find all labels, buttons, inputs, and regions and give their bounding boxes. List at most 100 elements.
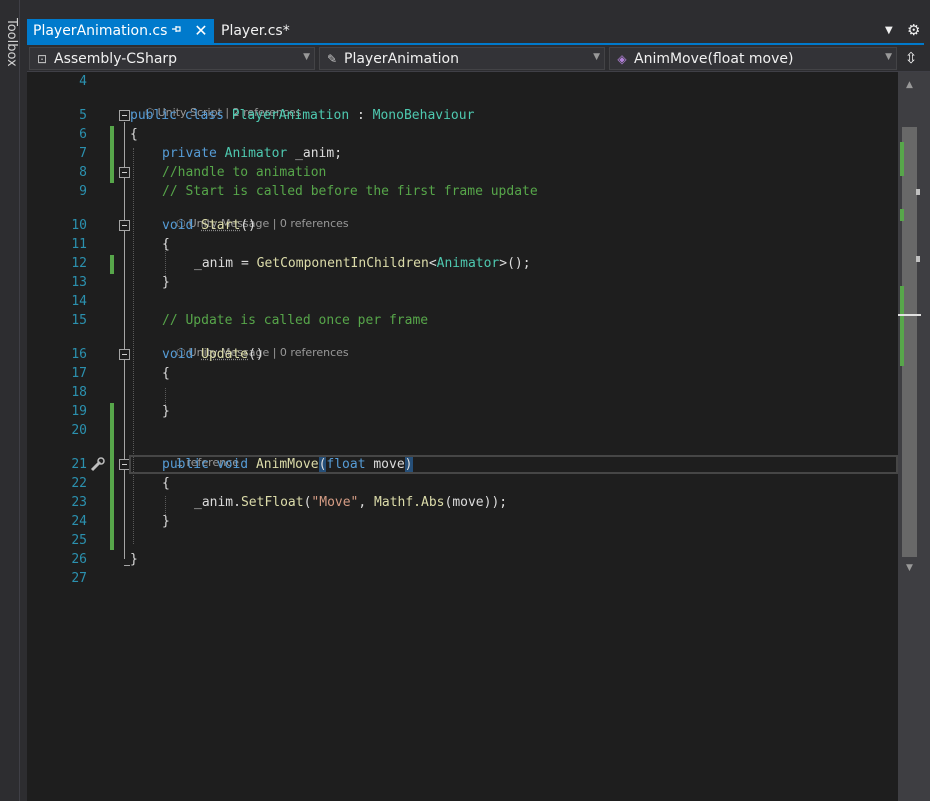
document-tab-strip: PlayerAnimation.cs ✕ Player.cs* ▼ ⚙ — [27, 19, 930, 45]
line-number: 7 — [79, 146, 87, 161]
code-text: { — [130, 127, 138, 142]
line-number: 18 — [71, 385, 87, 400]
code-line: 18 — [47, 383, 898, 402]
change-marker — [900, 142, 904, 176]
code-comment: // Update is called once per frame — [162, 313, 429, 328]
tab-label: PlayerAnimation.cs — [33, 23, 168, 39]
code-line: 10 void Start() — [47, 216, 898, 235]
code-line: 7 private Animator _anim; — [47, 144, 898, 163]
codelens[interactable]: 1 reference — [162, 440, 239, 469]
code-text: } — [162, 514, 170, 529]
code-text: _anim = GetComponentInChildren<Animator>… — [194, 256, 531, 271]
code-text: void Start() — [162, 218, 256, 233]
code-line: 19 } — [47, 402, 898, 421]
chevron-down-icon: ▼ — [593, 52, 600, 62]
line-number: 12 — [71, 256, 87, 271]
chevron-down-icon[interactable]: ▼ — [885, 25, 897, 37]
line-number: 15 — [71, 313, 87, 328]
code-line: 6 { — [47, 125, 898, 144]
code-text: { — [162, 366, 170, 381]
editor-margin — [27, 72, 47, 801]
gear-icon[interactable]: ⚙ — [907, 21, 923, 39]
code-line: 4 — [47, 72, 898, 91]
line-number: 10 — [71, 218, 87, 233]
code-line: 16 void Update() — [47, 345, 898, 364]
line-number: 14 — [71, 294, 87, 309]
code-text: { — [162, 476, 170, 491]
type-label: PlayerAnimation — [344, 50, 459, 67]
code-text: public class PlayerAnimation : MonoBehav… — [130, 108, 475, 123]
line-number: 11 — [71, 237, 87, 252]
code-line: 26 } — [47, 550, 898, 569]
toolbox-panel[interactable]: Toolbox — [0, 0, 20, 801]
member-label: AnimMove(float move) — [634, 50, 794, 67]
split-icon[interactable]: ⇳ — [900, 47, 922, 70]
code-line: 9 // Start is called before the first fr… — [47, 182, 898, 201]
tab-label: Player.cs* — [221, 23, 290, 39]
scrollbar-thumb[interactable] — [902, 127, 917, 557]
line-number: 6 — [79, 127, 87, 142]
tab-playeranimation[interactable]: PlayerAnimation.cs ✕ — [27, 19, 214, 43]
line-number: 5 — [79, 108, 87, 123]
line-number: 21 — [71, 457, 87, 472]
code-line: 25 — [47, 531, 898, 550]
line-number: 13 — [71, 275, 87, 290]
line-number: 16 — [71, 347, 87, 362]
code-text: _anim.SetFloat("Move", Mathf.Abs(move)); — [194, 495, 508, 510]
scroll-down-arrow[interactable]: ▼ — [906, 563, 913, 573]
line-number: 26 — [71, 552, 87, 567]
code-text: } — [162, 275, 170, 290]
line-number: 25 — [71, 533, 87, 548]
code-line: 21 public void AnimMove(float move) — [47, 455, 898, 474]
code-text: } — [130, 552, 138, 567]
chevron-down-icon: ▼ — [885, 52, 892, 62]
code-line: 20 — [47, 421, 898, 440]
change-marker — [900, 209, 904, 221]
method-icon: ◈ — [617, 51, 627, 66]
codelens[interactable]: ⬡ Unity Message | 0 references — [162, 330, 349, 359]
code-editor[interactable]: 4 ⬡ Unity Script | 2 references 5 public … — [47, 72, 898, 801]
line-number: 22 — [71, 476, 87, 491]
line-number: 9 — [79, 184, 87, 199]
line-number: 24 — [71, 514, 87, 529]
code-line: 12 _anim = GetComponentInChildren<Animat… — [47, 254, 898, 273]
line-number: 4 — [79, 74, 87, 89]
code-comment: //handle to animation — [162, 165, 327, 180]
line-number: 27 — [71, 571, 87, 586]
codelens[interactable]: ⬡ Unity Script | 2 references — [131, 90, 301, 119]
codelens[interactable]: ⬡ Unity Message | 0 references — [162, 201, 349, 230]
code-line: 23 _anim.SetFloat("Move", Mathf.Abs(move… — [47, 493, 898, 512]
code-line: 17 { — [47, 364, 898, 383]
member-dropdown[interactable]: ◈ AnimMove(float move) ▼ — [609, 47, 897, 70]
code-text: } — [162, 404, 170, 419]
change-marker — [900, 286, 904, 366]
code-line: 5 public class PlayerAnimation : MonoBeh… — [47, 106, 898, 125]
line-number: 19 — [71, 404, 87, 419]
code-line: 27 — [47, 569, 898, 588]
line-number: 8 — [79, 165, 87, 180]
navigation-bar: ⊡ Assembly-CSharp ▼ ✎ PlayerAnimation ▼ … — [27, 45, 930, 72]
line-number: 23 — [71, 495, 87, 510]
pin-icon[interactable] — [170, 23, 184, 39]
line-number: 20 — [71, 423, 87, 438]
type-dropdown[interactable]: ✎ PlayerAnimation ▼ — [319, 47, 605, 70]
chevron-down-icon: ▼ — [303, 52, 310, 62]
toolbox-label[interactable]: Toolbox — [1, 18, 19, 67]
tab-player[interactable]: Player.cs* — [214, 19, 290, 43]
code-line: 8 //handle to animation — [47, 163, 898, 182]
project-dropdown[interactable]: ⊡ Assembly-CSharp ▼ — [29, 47, 315, 70]
code-comment: // Start is called before the first fram… — [162, 184, 538, 199]
vertical-scrollbar[interactable]: ▲ ▼ — [898, 72, 930, 801]
scroll-up-arrow[interactable]: ▲ — [906, 80, 913, 90]
code-text: private Animator _anim; — [162, 146, 343, 161]
code-text: void Update() — [162, 347, 264, 362]
close-icon[interactable]: ✕ — [193, 21, 209, 41]
class-icon: ✎ — [326, 51, 338, 66]
code-line: 13 } — [47, 273, 898, 292]
scroll-marker — [916, 256, 920, 262]
code-line: 22 { — [47, 474, 898, 493]
code-line: 11 { — [47, 235, 898, 254]
code-line: 14 — [47, 292, 898, 311]
code-line: 24 } — [47, 512, 898, 531]
project-icon: ⊡ — [36, 51, 48, 66]
